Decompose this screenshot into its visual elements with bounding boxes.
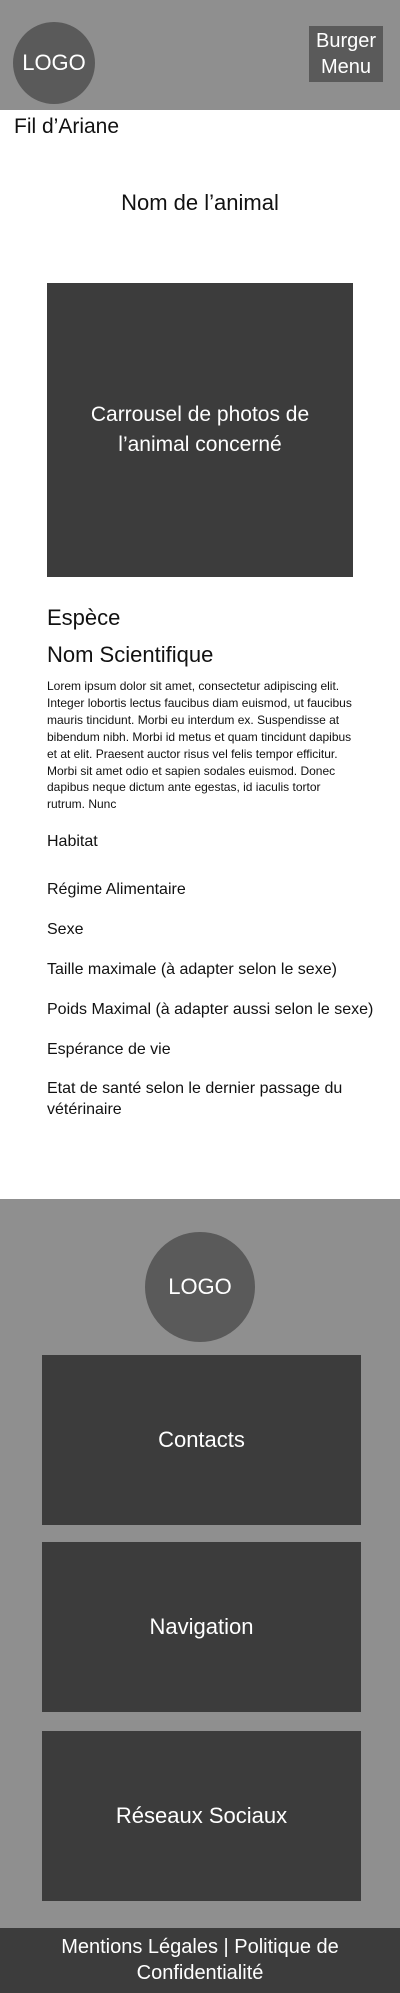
page-title: Nom de l’animal	[121, 190, 279, 215]
animal-description: Lorem ipsum dolor sit amet, consectetur …	[47, 679, 352, 812]
footer-logo-text: LOGO	[168, 1274, 232, 1299]
max-size-field: Taille maximale (à adapter selon le sexe…	[47, 961, 337, 978]
header-logo-text: LOGO	[22, 50, 86, 75]
footer-logo[interactable]: LOGO	[145, 1232, 255, 1342]
social-networks-label: Réseaux Sociaux	[115, 1803, 288, 1828]
max-weight-field: Poids Maximal (à adapter aussi selon le …	[47, 1001, 374, 1018]
burger-menu-label: Burger Menu	[315, 30, 377, 78]
navigation-label: Navigation	[149, 1614, 254, 1639]
legal-links-text: Mentions Légales | Politique de Confiden…	[61, 1936, 339, 1984]
photo-carousel[interactable]: Carrousel de photos de l’animal concerné	[47, 283, 353, 577]
carousel-label: Carrousel de photos de l’animal concerné	[90, 403, 310, 456]
burger-menu-button[interactable]: Burger Menu	[309, 26, 383, 82]
health-status-field: Etat de santé selon le dernier passage d…	[47, 1080, 343, 1118]
life-expectancy-field: Espérance de vie	[47, 1041, 171, 1058]
species-label: Espèce	[47, 605, 121, 630]
breadcrumb[interactable]: Fil d’Ariane	[14, 115, 119, 139]
contacts-block[interactable]: Contacts	[42, 1355, 361, 1525]
sex-field: Sexe	[47, 921, 84, 938]
diet-field: Régime Alimentaire	[47, 881, 186, 898]
scientific-name-label: Nom Scientifique	[47, 642, 214, 667]
contacts-label: Contacts	[158, 1427, 245, 1452]
header-logo[interactable]: LOGO	[13, 22, 95, 104]
legal-links-bar[interactable]: Mentions Légales | Politique de Confiden…	[0, 1928, 400, 1993]
habitat-field: Habitat	[47, 833, 98, 850]
navigation-block[interactable]: Navigation	[42, 1542, 361, 1712]
social-networks-block[interactable]: Réseaux Sociaux	[42, 1731, 361, 1901]
